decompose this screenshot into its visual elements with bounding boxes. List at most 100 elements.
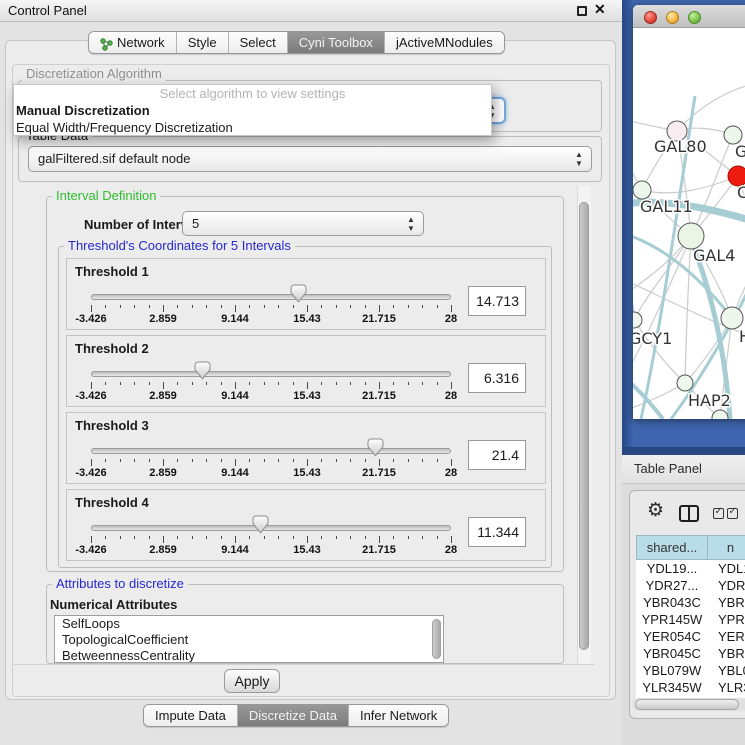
split-view-icon[interactable] [679, 505, 699, 522]
table-row[interactable]: YDL19...YDL1 [636, 560, 745, 577]
column-header[interactable]: shared... [636, 535, 708, 560]
table-row[interactable]: YLR345WYLR3 [636, 679, 745, 696]
tick-label: -3.426 [75, 390, 106, 402]
gray-edge[interactable] [642, 176, 738, 193]
cell-shared-name: YBL079W [636, 662, 708, 679]
column-header[interactable]: n [708, 535, 745, 560]
zoom-traffic-light[interactable] [688, 11, 701, 24]
checkbox-icon[interactable] [713, 508, 724, 519]
tick-mark [264, 536, 265, 539]
table-hscrollbar-track[interactable] [632, 698, 745, 711]
attribute-item-selfloops[interactable]: SelfLoops [55, 616, 443, 632]
desktop-edge [622, 447, 745, 455]
table-row[interactable]: YBL079WYBL0 [636, 662, 745, 679]
number-of-intervals-combobox[interactable]: 5 ▲▼ [182, 211, 424, 236]
network-view-window: GAL80G.CGAL11GAL4GCY1HHAP2 [633, 5, 745, 419]
float-window-icon[interactable] [577, 6, 587, 16]
tab-network[interactable]: Network [89, 32, 176, 53]
teal-edge[interactable] [633, 260, 634, 320]
tick-label: 9.144 [221, 313, 249, 325]
tick-mark [393, 382, 394, 385]
table-row[interactable]: YDR27...YDR2 [636, 577, 745, 594]
slider-track[interactable] [91, 448, 451, 454]
slider-thumb[interactable] [290, 284, 307, 303]
table-row[interactable]: YBR045CYBR0 [636, 645, 745, 662]
tick-mark [192, 305, 193, 308]
network-window-titlebar[interactable] [633, 5, 745, 28]
cell-name: YBL0 [708, 662, 745, 679]
network-canvas[interactable]: GAL80G.CGAL11GAL4GCY1HHAP2 [633, 28, 745, 419]
cell-name: YPR1 [708, 611, 745, 628]
slider-track[interactable] [91, 371, 451, 377]
node-hap2[interactable] [677, 375, 693, 391]
tick-mark [192, 382, 193, 385]
tick-label: 28 [445, 544, 457, 556]
attribute-item-betweennesscentrality[interactable]: BetweennessCentrality [55, 648, 443, 663]
tab-infer-network[interactable]: Infer Network [348, 705, 448, 726]
gear-icon[interactable]: ⚙ [647, 499, 664, 521]
close-traffic-light[interactable] [644, 11, 657, 24]
slider-track[interactable] [91, 525, 451, 531]
algorithm-option-equal-width-frequency-discretization[interactable]: Equal Width/Frequency Discretization [14, 119, 491, 136]
minimize-traffic-light[interactable] [666, 11, 679, 24]
node-h[interactable] [721, 307, 743, 329]
slider-ticks [91, 459, 451, 467]
tick-mark [451, 459, 452, 466]
threshold-value-field[interactable]: 6.316 [468, 363, 526, 393]
gray-edge[interactable] [633, 383, 685, 410]
tick-mark [163, 382, 164, 389]
table-row[interactable]: YBR043CYBR0 [636, 594, 745, 611]
tab-select[interactable]: Select [228, 32, 287, 53]
numerical-attributes-list[interactable]: SelfLoopsTopologicalCoefficientBetweenne… [54, 615, 444, 663]
combo-arrows-icon: ▲▼ [406, 215, 416, 233]
node-label: GAL4 [693, 246, 735, 265]
slider-track[interactable] [91, 294, 451, 300]
tab-cyni-toolbox[interactable]: Cyni Toolbox [287, 32, 384, 53]
attribute-item-topologicalcoefficient[interactable]: TopologicalCoefficient [55, 632, 443, 648]
threshold-value-field[interactable]: 21.4 [468, 440, 526, 470]
tick-mark [437, 459, 438, 462]
tick-mark [120, 305, 121, 308]
tick-mark [350, 459, 351, 462]
table-row[interactable]: YER054CYER0 [636, 628, 745, 645]
attributes-group-label: Attributes to discretize [52, 577, 188, 591]
algorithm-option-manual-discretization[interactable]: Manual Discretization [14, 102, 491, 119]
gray-edge[interactable] [677, 82, 745, 131]
close-icon[interactable]: ✕ [594, 1, 606, 18]
cell-name: YBR0 [708, 594, 745, 611]
tab-label: Select [240, 32, 276, 53]
tick-label: -3.426 [75, 313, 106, 325]
tick-mark [422, 459, 423, 462]
tick-mark [134, 459, 135, 462]
tick-mark [120, 536, 121, 539]
table-data-combobox[interactable]: galFiltered.sif default node ▲▼ [28, 146, 592, 172]
table-hscrollbar-thumb[interactable] [635, 699, 739, 710]
checkbox-icon[interactable] [727, 508, 738, 519]
tab-discretize-data[interactable]: Discretize Data [237, 705, 348, 726]
tab-impute-data[interactable]: Impute Data [144, 705, 237, 726]
tick-label: 2.859 [149, 313, 177, 325]
node-label: GCY1 [633, 329, 672, 348]
slider-thumb[interactable] [194, 361, 211, 380]
panel-scrollbar-thumb[interactable] [579, 202, 589, 650]
node-label: H [739, 327, 745, 346]
apply-button[interactable]: Apply [224, 669, 280, 693]
tick-label: 2.859 [149, 390, 177, 402]
tab-label: Style [188, 32, 217, 53]
table-row[interactable]: YPR145WYPR1 [636, 611, 745, 628]
slider-thumb[interactable] [367, 438, 384, 457]
tick-label: 15.43 [293, 544, 321, 556]
tick-mark [91, 382, 92, 389]
threshold-value-field[interactable]: 11.344 [468, 517, 526, 547]
tab-style[interactable]: Style [176, 32, 228, 53]
cell-shared-name: YBR043C [636, 594, 708, 611]
tick-label: 28 [445, 313, 457, 325]
list-scrollbar-thumb[interactable] [432, 619, 441, 659]
node-label: GAL11 [640, 197, 693, 216]
slider-thumb[interactable] [252, 515, 269, 534]
table-panel-titlebar: Table Panel [622, 455, 745, 484]
node-gcy1[interactable] [633, 312, 642, 328]
threshold-value-field[interactable]: 14.713 [468, 286, 526, 316]
tab-jactivemnodules[interactable]: jActiveMNodules [384, 32, 504, 53]
node-unnamed[interactable] [712, 410, 728, 419]
